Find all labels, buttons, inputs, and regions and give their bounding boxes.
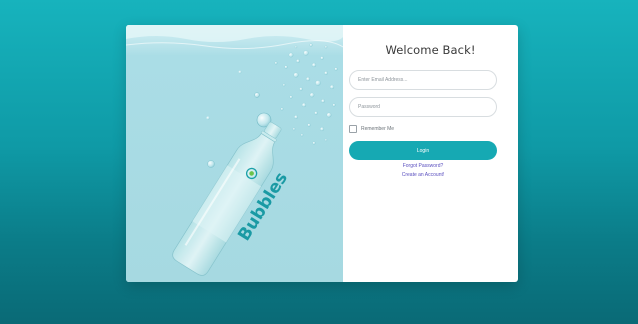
login-card: Bubbles Welcome Back! Remember Me Login … xyxy=(126,25,518,282)
page-title: Welcome Back! xyxy=(385,43,476,57)
remember-checkbox[interactable] xyxy=(349,125,357,133)
password-field[interactable] xyxy=(349,97,497,117)
remember-label: Remember Me xyxy=(361,126,395,132)
remember-me[interactable]: Remember Me xyxy=(349,125,394,133)
create-account-link[interactable]: Create an Account! xyxy=(349,172,497,178)
hero-image: Bubbles xyxy=(126,25,343,282)
login-form: Welcome Back! Remember Me Login Forgot P… xyxy=(343,25,518,282)
login-button[interactable]: Login xyxy=(349,141,497,160)
email-field[interactable] xyxy=(349,70,497,90)
forgot-password-link[interactable]: Forgot Password? xyxy=(349,163,497,169)
bottle-illustration: Bubbles xyxy=(126,25,343,282)
